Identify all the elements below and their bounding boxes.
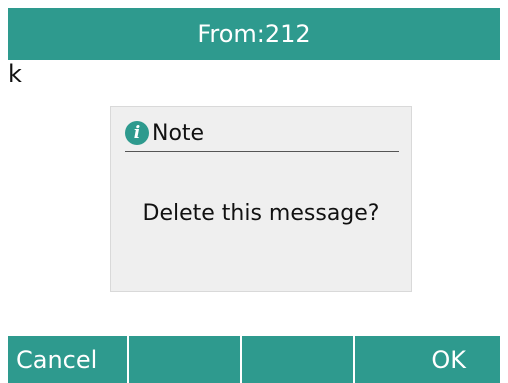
- title-bar: From:212: [8, 8, 500, 60]
- softkey-bar: Cancel OK: [8, 336, 500, 383]
- softkey-3[interactable]: [242, 336, 355, 383]
- softkey-2[interactable]: [129, 336, 242, 383]
- confirm-dialog: i Note Delete this message?: [110, 106, 412, 292]
- cancel-softkey[interactable]: Cancel: [8, 336, 129, 383]
- message-body: k: [8, 60, 22, 88]
- ok-softkey[interactable]: OK: [355, 336, 500, 383]
- page-title: From:212: [197, 20, 311, 48]
- info-icon: i: [125, 121, 149, 145]
- dialog-header: i Note: [125, 115, 399, 152]
- dialog-title: Note: [152, 120, 205, 146]
- dialog-message: Delete this message?: [142, 201, 380, 226]
